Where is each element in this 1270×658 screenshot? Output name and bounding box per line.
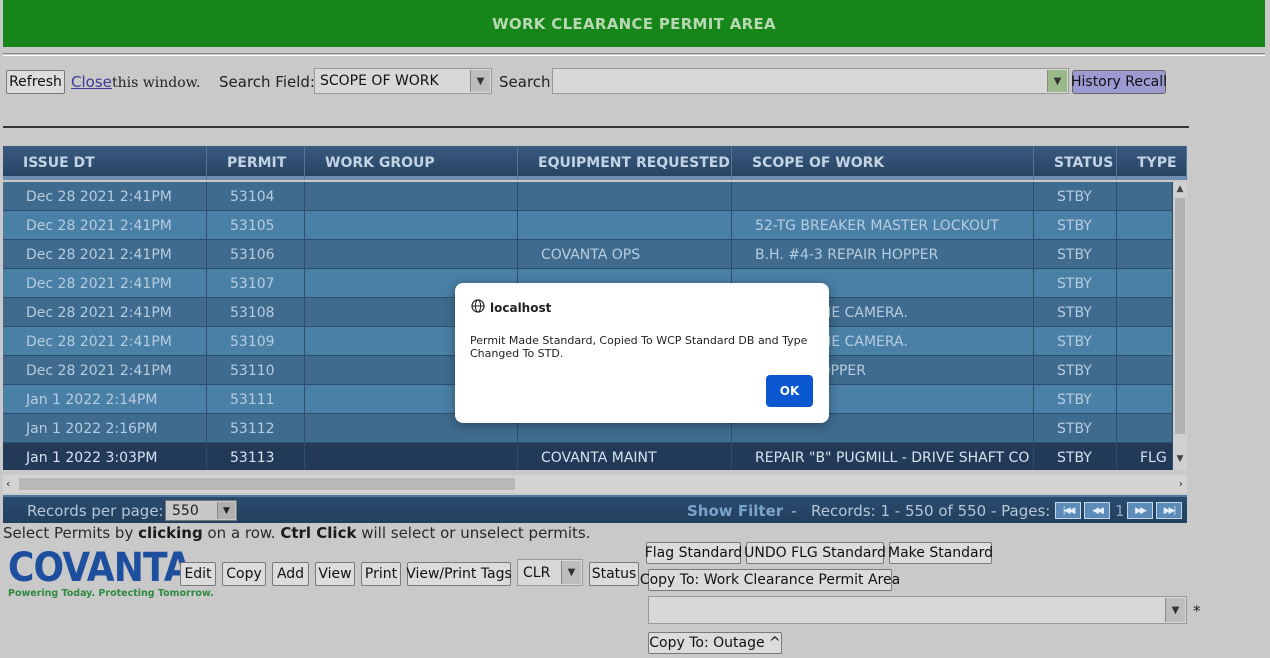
alert-dialog: localhost Permit Made Standard, Copied T…: [455, 283, 829, 423]
dialog-header: localhost: [471, 299, 551, 316]
globe-icon: [471, 299, 485, 316]
ok-button[interactable]: OK: [766, 375, 813, 407]
dialog-message: Permit Made Standard, Copied To WCP Stan…: [470, 334, 808, 360]
dialog-origin: localhost: [490, 300, 552, 315]
dialog-overlay: localhost Permit Made Standard, Copied T…: [0, 0, 1270, 658]
